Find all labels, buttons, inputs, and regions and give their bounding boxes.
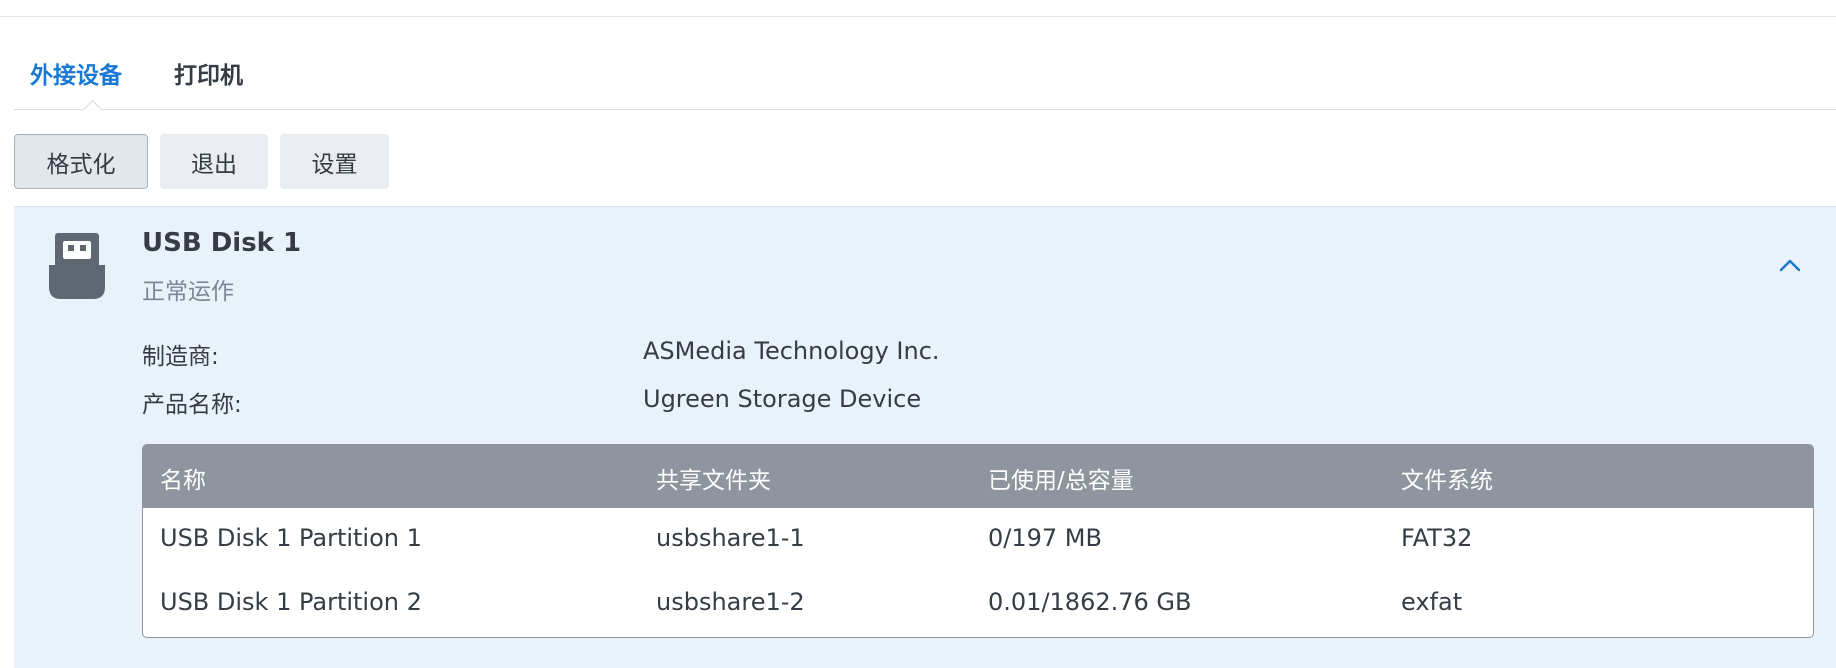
device-name: USB Disk 1: [142, 228, 302, 258]
manufacturer-value: ASMedia Technology Inc.: [643, 337, 940, 365]
partition-name: USB Disk 1 Partition 2: [160, 588, 422, 616]
tab-printer[interactable]: 打印机: [174, 56, 243, 90]
settings-button[interactable]: 设置: [280, 134, 389, 189]
partition-usage: 0.01/1862.76 GB: [988, 588, 1192, 616]
partition-filesystem: FAT32: [1401, 524, 1473, 552]
device-panel[interactable]: USB Disk 1 正常运作 制造商: ASMedia Technology …: [14, 206, 1836, 668]
partition-shared-folder: usbshare1-2: [656, 588, 805, 616]
partition-table: 名称 共享文件夹 已使用/总容量 文件系统 USB Disk 1 Partiti…: [142, 444, 1814, 638]
partition-filesystem: exfat: [1401, 588, 1463, 616]
tab-external-devices[interactable]: 外接设备: [30, 56, 122, 90]
product-name-label: 产品名称:: [142, 392, 242, 418]
active-tab-indicator: [81, 98, 105, 110]
column-header-name[interactable]: 名称: [160, 461, 206, 495]
chevron-up-icon[interactable]: [1776, 251, 1804, 279]
usb-drive-icon: [49, 233, 105, 299]
column-header-usage[interactable]: 已使用/总容量: [988, 461, 1134, 495]
table-header: 名称 共享文件夹 已使用/总容量 文件系统: [143, 445, 1813, 508]
partition-usage: 0/197 MB: [988, 524, 1102, 552]
table-row[interactable]: USB Disk 1 Partition 2 usbshare1-2 0.01/…: [143, 572, 1813, 636]
table-row[interactable]: USB Disk 1 Partition 1 usbshare1-1 0/197…: [143, 508, 1813, 572]
eject-button[interactable]: 退出: [160, 134, 268, 189]
tab-bar: 外接设备 打印机: [14, 50, 1836, 110]
product-name-value: Ugreen Storage Device: [643, 385, 922, 413]
column-header-shared-folder[interactable]: 共享文件夹: [656, 461, 771, 495]
partition-shared-folder: usbshare1-1: [656, 524, 805, 552]
column-header-filesystem[interactable]: 文件系统: [1401, 461, 1493, 495]
device-status: 正常运作: [142, 279, 234, 305]
top-divider: [0, 16, 1836, 17]
format-button[interactable]: 格式化: [14, 134, 148, 189]
manufacturer-label: 制造商:: [142, 344, 219, 370]
partition-name: USB Disk 1 Partition 1: [160, 524, 422, 552]
